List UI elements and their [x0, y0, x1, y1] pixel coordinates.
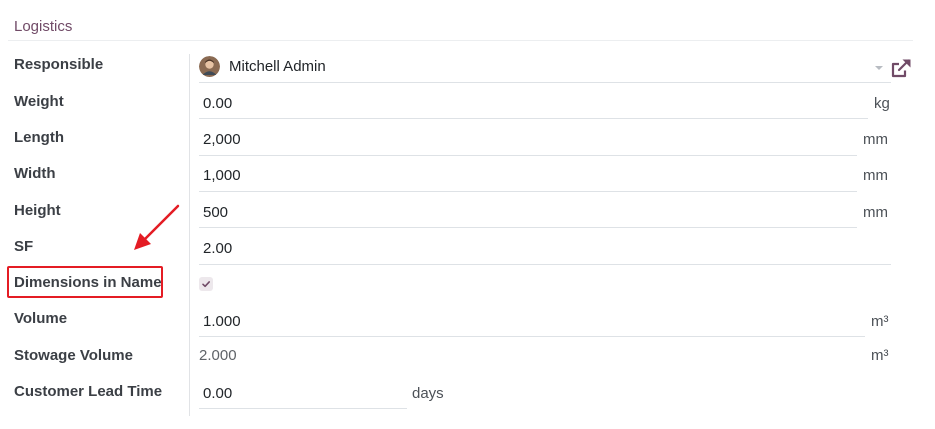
responsible-underline [199, 82, 891, 83]
check-icon [202, 281, 210, 288]
length-unit: mm [863, 131, 888, 148]
customer-lead-time-label: Customer Lead Time [14, 383, 163, 400]
customer-lead-time-unit: days [412, 385, 444, 402]
width-label: Width [14, 165, 56, 182]
logistics-form: Logistics Responsible Weight Length Widt… [0, 0, 935, 429]
section-title: Logistics [14, 18, 73, 35]
length-underline [199, 155, 857, 156]
volume-unit: m³ [871, 313, 889, 330]
width-unit: mm [863, 167, 888, 184]
responsible-field[interactable]: Mitchell Admin [229, 58, 326, 75]
sf-underline [199, 264, 891, 265]
width-input[interactable]: 1,000 [203, 167, 241, 184]
volume-label: Volume [14, 310, 68, 327]
label-column-divider [189, 54, 190, 416]
weight-label: Weight [14, 93, 64, 110]
stowage-volume-value: 2.000 [199, 347, 237, 364]
stowage-volume-label: Stowage Volume [14, 347, 133, 364]
height-label: Height [14, 202, 61, 219]
weight-unit: kg [874, 95, 890, 112]
volume-underline [199, 336, 865, 337]
width-underline [199, 191, 857, 192]
caret-down-icon[interactable] [875, 66, 883, 70]
section-divider [8, 40, 913, 41]
red-arrow-icon [134, 204, 180, 250]
customer-lead-time-input[interactable]: 0.00 [203, 385, 232, 402]
weight-underline [199, 118, 868, 119]
dimensions-in-name-checkbox[interactable] [199, 277, 213, 291]
user-avatar [199, 56, 220, 77]
height-unit: mm [863, 204, 888, 221]
length-input[interactable]: 2,000 [203, 131, 241, 148]
sf-input[interactable]: 2.00 [203, 240, 232, 257]
weight-input[interactable]: 0.00 [203, 95, 232, 112]
customer-lead-time-underline [199, 408, 407, 409]
height-input[interactable]: 500 [203, 204, 228, 221]
responsible-label: Responsible [14, 56, 104, 73]
height-underline [199, 227, 857, 228]
volume-input[interactable]: 1.000 [203, 313, 241, 330]
sf-label: SF [14, 238, 34, 255]
external-link-icon[interactable] [889, 57, 913, 81]
annotation-highlight-box [7, 266, 163, 298]
length-label: Length [14, 129, 64, 146]
stowage-volume-unit: m³ [871, 347, 889, 364]
